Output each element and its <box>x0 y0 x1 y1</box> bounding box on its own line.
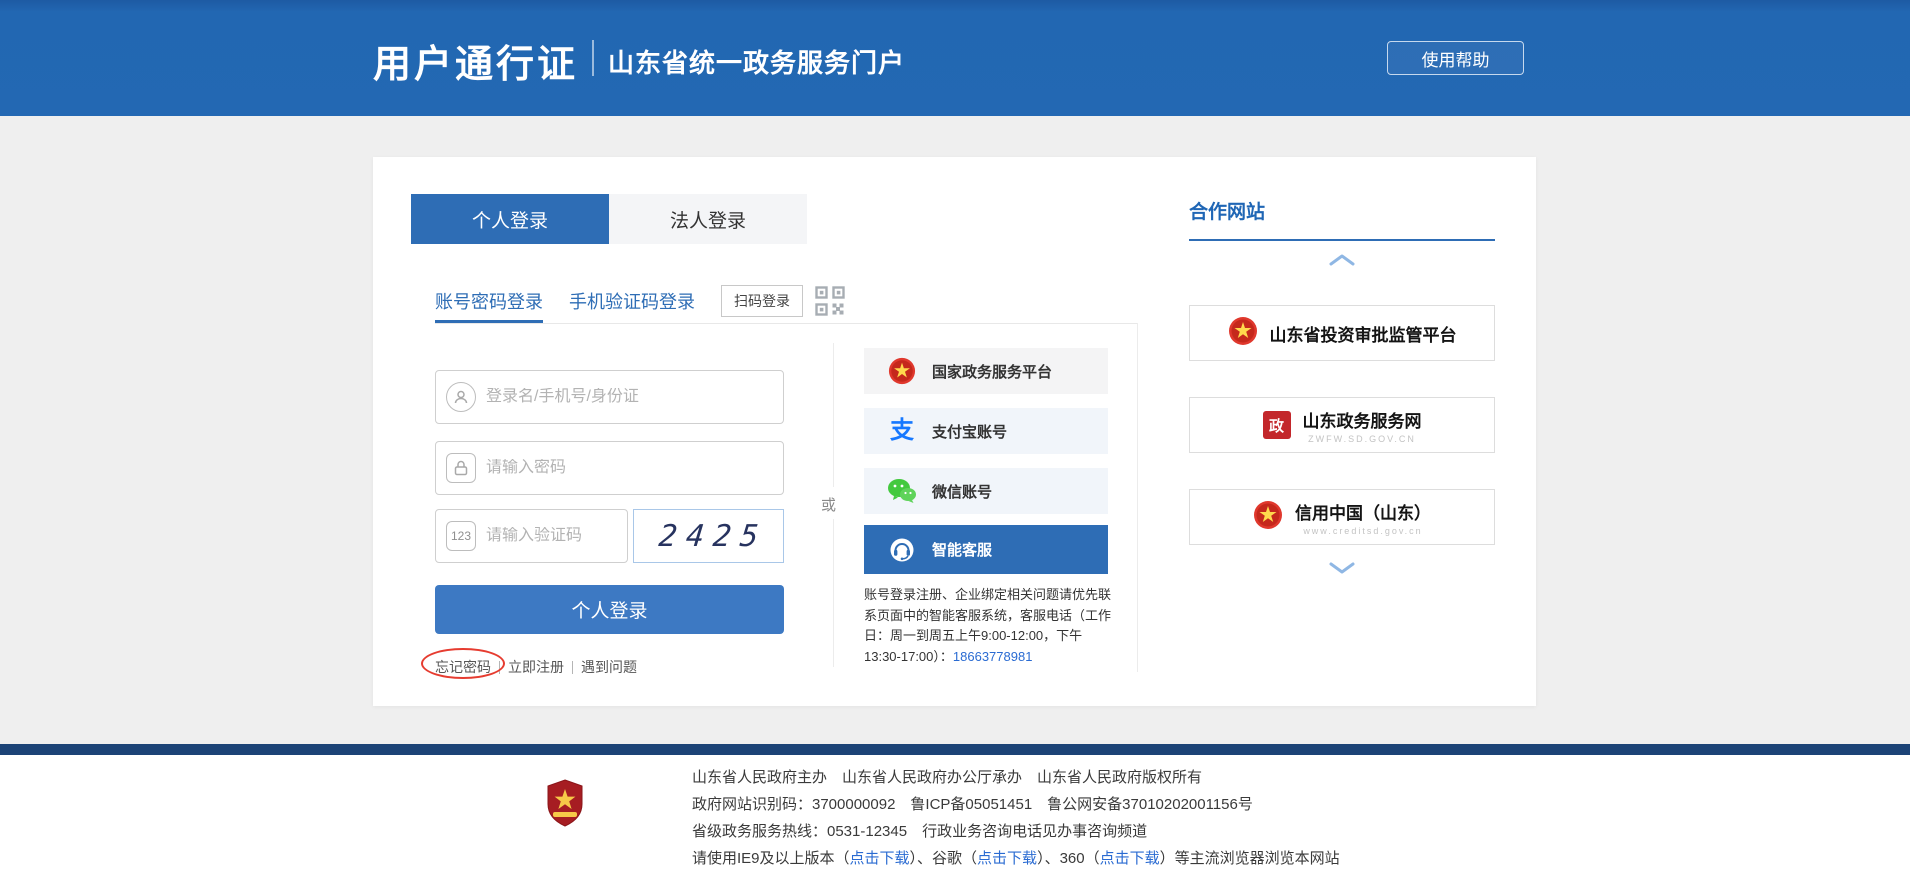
wechat-icon <box>886 478 918 504</box>
link-separator <box>499 661 500 674</box>
customer-service-icon <box>886 537 918 563</box>
captcha-image[interactable]: 2425 <box>633 509 784 563</box>
portal-subtitle: 山东省统一政务服务门户 <box>608 43 905 80</box>
download-link-chrome[interactable]: 点击下载 <box>977 850 1037 867</box>
captcha-field-row: 123 <box>435 509 628 563</box>
help-button[interactable]: 使用帮助 <box>1387 41 1524 75</box>
alt-login-alipay[interactable]: 支 支付宝账号 <box>864 408 1108 454</box>
footer-text: 山东省人民政府主办 山东省人民政府办公厅承办 山东省人民政府版权所有 政府网站识… <box>692 764 1340 872</box>
username-input[interactable] <box>486 388 773 406</box>
username-field-row <box>435 370 784 424</box>
header-divider <box>592 40 594 76</box>
alt-login-label: 微信账号 <box>932 481 992 502</box>
tab-personal-login[interactable]: 个人登录 <box>411 194 609 244</box>
partner-site-name: 山东省投资审批监管平台 <box>1270 321 1457 346</box>
tab-legal-login[interactable]: 法人登录 <box>609 194 807 244</box>
forgot-password-link[interactable]: 忘记密码 <box>435 657 491 677</box>
alt-login-label: 国家政务服务平台 <box>932 361 1052 382</box>
or-text: 或 <box>821 494 836 515</box>
gov-badge-icon[interactable] <box>545 779 585 832</box>
partner-sites-title: 合作网站 <box>1189 197 1265 224</box>
personal-login-button[interactable]: 个人登录 <box>435 585 784 634</box>
alt-login-national-platform[interactable]: 国家政务服务平台 <box>864 348 1108 394</box>
captcha-input[interactable] <box>486 527 617 545</box>
footer-line-4-text: ）等主流浏览器浏览本网站 <box>1160 850 1340 867</box>
partner-site-card[interactable]: 山东省投资审批监管平台 <box>1189 305 1495 361</box>
zwfw-logo-icon: 政 <box>1263 411 1291 439</box>
divider-vertical <box>1137 323 1138 672</box>
divider-horizontal <box>435 323 1137 324</box>
service-phone[interactable]: 18663778981 <box>953 649 1033 664</box>
register-link[interactable]: 立即注册 <box>508 657 564 677</box>
alt-login-smart-service[interactable]: 智能客服 <box>864 525 1108 574</box>
partner-site-card[interactable]: 政 山东政务服务网 ZWFW.SD.GOV.CN <box>1189 397 1495 453</box>
download-link-ie[interactable]: 点击下载 <box>850 850 910 867</box>
partner-site-name: 信用中国（山东） <box>1295 499 1431 524</box>
alt-login-wechat[interactable]: 微信账号 <box>864 468 1108 514</box>
header: 用户通行证 山东省统一政务服务门户 使用帮助 <box>0 0 1910 116</box>
footer-line-3: 省级政务服务热线：0531-12345 行政业务咨询电话见办事咨询频道 <box>692 818 1340 845</box>
problem-link[interactable]: 遇到问题 <box>581 657 637 677</box>
download-link-360[interactable]: 点击下载 <box>1100 850 1160 867</box>
method-sms-login[interactable]: 手机验证码登录 <box>569 288 695 314</box>
national-emblem-icon <box>1253 500 1283 535</box>
partner-site-name: 山东政务服务网 <box>1303 407 1422 432</box>
alt-login-label: 智能客服 <box>932 539 992 560</box>
alt-login-label: 支付宝账号 <box>932 421 1007 442</box>
lock-icon <box>446 453 476 483</box>
footer-line-4-text: ）、谷歌（ <box>910 850 978 867</box>
footer-line-1: 山东省人民政府主办 山东省人民政府办公厅承办 山东省人民政府版权所有 <box>692 764 1340 791</box>
footer-line-4-text: ）、360（ <box>1037 850 1100 867</box>
alipay-icon: 支 <box>886 419 918 443</box>
captcha-value: 2425 <box>648 519 769 554</box>
footer-line-4: 请使用IE9及以上版本（点击下载）、谷歌（点击下载）、360（点击下载）等主流浏… <box>692 845 1340 872</box>
link-separator <box>572 661 573 674</box>
login-links: 忘记密码 立即注册 遇到问题 <box>435 657 637 677</box>
login-methods: 账号密码登录 手机验证码登录 扫码登录 <box>435 283 845 319</box>
method-password-login[interactable]: 账号密码登录 <box>435 288 543 314</box>
numbers-123-icon: 123 <box>446 521 476 551</box>
page: 用户通行证 山东省统一政务服务门户 使用帮助 个人登录 法人登录 账号密码登录 … <box>0 0 1910 891</box>
or-divider-top <box>833 343 834 487</box>
footer-line-2: 政府网站识别码：3700000092 鲁ICP备05051451 鲁公网安备37… <box>692 791 1340 818</box>
national-emblem-icon <box>1228 316 1258 351</box>
app-title: 用户通行证 <box>373 33 578 88</box>
partner-site-card[interactable]: 信用中国（山东） www.creditsd.gov.cn <box>1189 489 1495 545</box>
password-field-row <box>435 441 784 495</box>
national-emblem-icon <box>886 357 918 385</box>
partner-title-underline <box>1189 239 1495 241</box>
partner-site-subtext: www.creditsd.gov.cn <box>1303 526 1422 536</box>
footer: 山东省人民政府主办 山东省人民政府办公厅承办 山东省人民政府版权所有 政府网站识… <box>0 755 1910 891</box>
or-divider-bottom <box>833 519 834 667</box>
person-icon <box>446 382 476 412</box>
scroll-up-icon[interactable] <box>1329 253 1355 267</box>
method-scan-login[interactable]: 扫码登录 <box>721 285 803 317</box>
footer-accent-bar <box>0 744 1910 755</box>
login-card: 个人登录 法人登录 账号密码登录 手机验证码登录 扫码登录 <box>373 157 1536 706</box>
partner-site-subtext: ZWFW.SD.GOV.CN <box>1308 434 1416 444</box>
qr-code-icon[interactable] <box>815 286 845 316</box>
footer-line-4-text: 请使用IE9及以上版本（ <box>692 850 850 867</box>
service-note: 账号登录注册、企业绑定相关问题请优先联系页面中的智能客服系统，客服电话（工作日：… <box>864 585 1116 667</box>
scroll-down-icon[interactable] <box>1329 561 1355 575</box>
password-input[interactable] <box>486 459 773 477</box>
